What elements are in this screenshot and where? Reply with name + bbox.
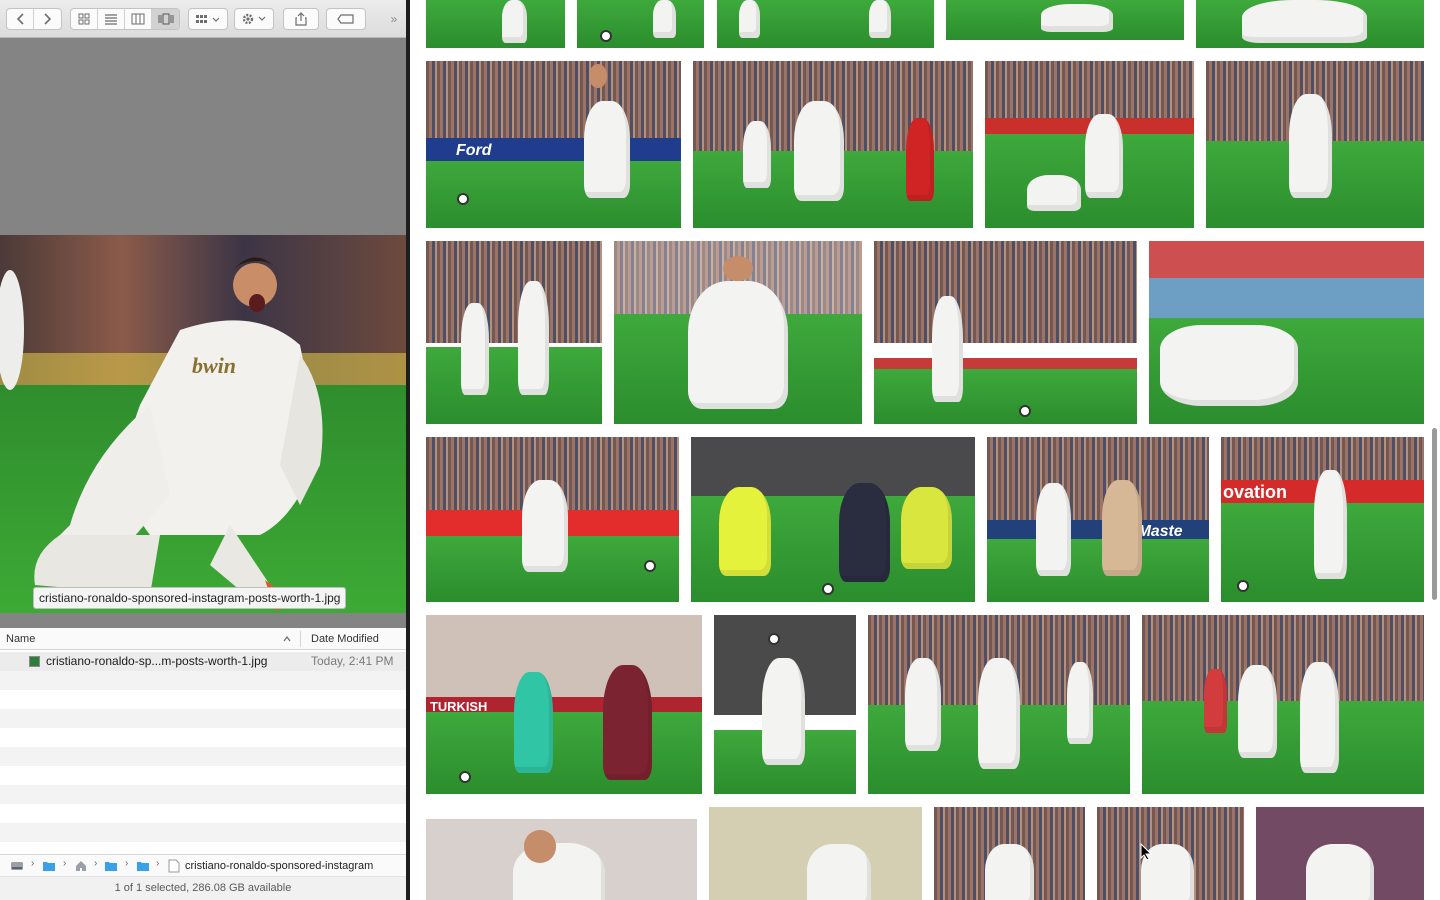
share-icon [295, 12, 307, 26]
back-button[interactable] [7, 9, 34, 29]
file-date-modified: Today, 2:41 PM [311, 654, 394, 668]
image-thumbnail[interactable] [1256, 807, 1424, 900]
image-thumbnail[interactable] [1196, 0, 1424, 48]
empty-row [0, 785, 406, 804]
share-button[interactable] [284, 9, 318, 29]
file-row[interactable]: cristiano-ronaldo-sp...m-posts-worth-1.j… [0, 652, 406, 671]
file-name: cristiano-ronaldo-sp...m-posts-worth-1.j… [46, 654, 268, 668]
preview-jersey-text: bwin [192, 353, 236, 378]
image-thumbnail[interactable] [946, 0, 1184, 40]
image-thumbnail[interactable] [934, 807, 1085, 900]
ad-board-text: ovation [1223, 482, 1287, 502]
image-thumbnail[interactable] [426, 0, 565, 48]
empty-row [0, 671, 406, 690]
view-mode-buttons [70, 8, 180, 30]
home-icon[interactable] [74, 859, 88, 873]
chevron-right-icon [44, 13, 52, 25]
finder-window: » bwin cristiano-ronaldo-sponsored-insta… [0, 0, 406, 900]
image-thumbnail[interactable] [426, 241, 602, 424]
image-thumbnail[interactable] [714, 615, 856, 794]
image-thumbnail[interactable] [874, 241, 1137, 424]
empty-row [0, 804, 406, 823]
image-thumbnail[interactable] [717, 0, 934, 48]
image-thumbnail[interactable] [577, 0, 704, 48]
results-scrollbar[interactable] [1432, 428, 1437, 600]
preview-image[interactable]: bwin [0, 235, 406, 613]
chevron-left-icon [16, 13, 24, 25]
image-thumbnail[interactable] [1149, 241, 1424, 424]
path-separator: › [63, 858, 67, 869]
file-list: Name Date Modified cristiano-ronaldo-sp.… [0, 628, 406, 854]
tag-icon [337, 14, 354, 24]
image-thumbnail[interactable] [985, 61, 1194, 228]
path-file-label[interactable]: cristiano-ronaldo-sponsored-instagram [185, 855, 373, 877]
path-separator: › [156, 858, 160, 869]
hard-drive-icon[interactable] [10, 859, 24, 873]
icon-view-icon [78, 13, 90, 25]
ad-board-text: Ford [456, 142, 493, 159]
arrange-button[interactable] [189, 9, 227, 29]
mouse-cursor-icon [1140, 843, 1152, 861]
path-separator: › [125, 858, 129, 869]
forward-button[interactable] [34, 9, 61, 29]
empty-row [0, 747, 406, 766]
toolbar-overflow-button[interactable]: » [386, 10, 402, 28]
image-thumbnail[interactable] [691, 437, 975, 602]
action-button-group [234, 8, 274, 30]
column-divider[interactable] [300, 631, 301, 647]
ad-board-text: Maste [1138, 522, 1183, 539]
tags-button-group [326, 8, 366, 30]
image-thumbnail[interactable]: Ford [426, 61, 681, 228]
action-button[interactable] [235, 9, 273, 29]
image-file-icon [29, 656, 40, 667]
image-thumbnail[interactable] [426, 819, 697, 900]
name-column-header[interactable]: Name [6, 628, 35, 650]
image-thumbnail[interactable] [693, 61, 973, 228]
image-thumbnail[interactable] [709, 807, 922, 900]
image-thumbnail[interactable]: ovation [1221, 437, 1424, 602]
image-thumbnail[interactable] [614, 241, 862, 424]
overflow-label: » [390, 12, 398, 26]
path-bar: › › › › › cristiano-ronaldo-sponsored-in… [0, 854, 406, 876]
image-thumbnail[interactable] [1206, 61, 1424, 228]
arrange-button-group [188, 8, 228, 30]
folder-icon[interactable] [42, 859, 56, 873]
nav-buttons [6, 8, 62, 30]
list-view-icon [105, 14, 117, 25]
empty-row [0, 766, 406, 785]
image-thumbnail[interactable]: TURKISH [426, 615, 702, 794]
list-header: Name Date Modified [0, 628, 406, 650]
date-modified-column-header[interactable]: Date Modified [311, 628, 379, 650]
column-view-icon [131, 13, 145, 25]
list-view-button[interactable] [98, 9, 125, 29]
document-icon[interactable] [168, 859, 180, 873]
image-thumbnail[interactable] [1097, 807, 1244, 900]
gear-icon [242, 13, 266, 25]
image-thumbnail[interactable]: Maste [987, 437, 1209, 602]
empty-row [0, 709, 406, 728]
image-thumbnail[interactable] [426, 437, 679, 602]
empty-row [0, 728, 406, 747]
cover-flow-button[interactable] [152, 9, 179, 29]
folder-icon[interactable] [136, 859, 150, 873]
empty-row [0, 690, 406, 709]
image-thumbnail[interactable] [868, 615, 1130, 794]
empty-row [0, 823, 406, 842]
image-results-grid: Ford Maste ovation TURKISH [410, 0, 1440, 900]
cover-flow-preview: bwin cristiano-ronaldo-sponsored-instagr… [0, 38, 406, 628]
icon-view-button[interactable] [71, 9, 98, 29]
path-separator: › [94, 858, 98, 869]
folder-icon[interactable] [104, 859, 118, 873]
cover-flow-icon [158, 13, 173, 25]
chevron-up-icon[interactable] [283, 635, 291, 643]
image-thumbnail[interactable] [1142, 615, 1424, 794]
status-bar: 1 of 1 selected, 286.08 GB available [0, 876, 406, 900]
column-view-button[interactable] [125, 9, 152, 29]
arrange-icon [196, 15, 220, 23]
preview-caption: cristiano-ronaldo-sponsored-instagram-po… [33, 587, 347, 609]
path-separator: › [31, 858, 35, 869]
share-button-group [283, 8, 319, 30]
tags-button[interactable] [327, 9, 365, 29]
finder-toolbar: » [0, 0, 406, 38]
